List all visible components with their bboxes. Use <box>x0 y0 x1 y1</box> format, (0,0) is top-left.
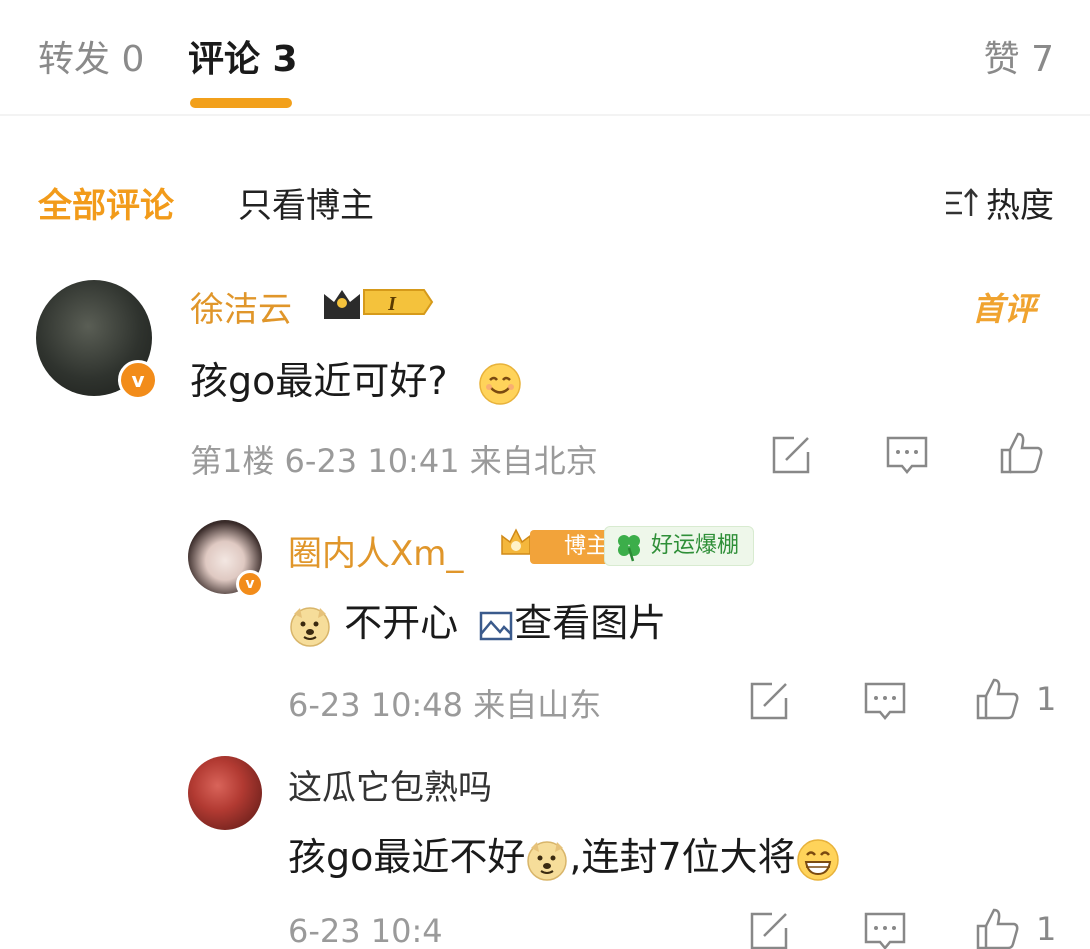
like-count: 1 <box>1036 910 1057 948</box>
like-icon[interactable] <box>974 906 1020 949</box>
doge-emoji-icon <box>527 840 568 881</box>
member-level-badge-icon: I <box>324 289 434 319</box>
sort-label: 热度 <box>986 186 1054 226</box>
comment-meta: 6-23 10:48 来自山东 <box>288 686 602 724</box>
comment-meta: 第1楼 6-23 10:41 来自北京 <box>190 442 598 480</box>
avatar[interactable]: v <box>36 280 158 400</box>
filter-owner-only[interactable]: 只看博主 <box>238 178 374 227</box>
image-icon <box>479 611 513 640</box>
repost-icon[interactable] <box>746 908 792 949</box>
repost-icon[interactable] <box>746 678 792 724</box>
filter-all-comments[interactable]: 全部评论 <box>38 178 174 227</box>
view-image-link[interactable]: 查看图片 <box>470 601 666 645</box>
like-icon[interactable] <box>998 430 1044 476</box>
sort-button[interactable]: 热度 <box>944 178 1054 227</box>
svg-text:I: I <box>387 293 397 315</box>
avatar[interactable]: v <box>188 520 264 598</box>
avatar[interactable] <box>188 756 262 830</box>
comment-text: 孩go最近可好? <box>190 350 522 406</box>
comment-icon[interactable] <box>862 908 908 949</box>
first-comment-badge: 首评 <box>972 290 1037 328</box>
tab-comment[interactable]: 评论 3 <box>188 30 298 82</box>
lucky-badge: 好运爆棚 <box>604 526 755 566</box>
comment-username[interactable]: 圈内人Xm_ <box>288 526 463 575</box>
verified-badge-icon: v <box>236 570 264 598</box>
tab-repost[interactable]: 转发 0 <box>38 30 144 82</box>
grin-emoji-icon <box>796 838 839 881</box>
doge-emoji-icon <box>290 606 330 647</box>
comment-username[interactable]: 这瓜它包熟吗 <box>288 760 492 809</box>
like-count: 1 <box>1036 680 1057 718</box>
tab-bar: 转发 0 评论 3 赞 7 <box>0 0 1090 116</box>
comment-icon[interactable] <box>884 432 930 478</box>
smile-emoji-icon <box>478 362 521 405</box>
comment-text: 孩go最近不好 ,连封7位大将 <box>288 826 840 882</box>
crown-icon <box>501 528 531 555</box>
comment-icon[interactable] <box>862 678 908 724</box>
repost-icon[interactable] <box>768 432 814 478</box>
sort-icon <box>946 187 978 216</box>
comment-text: 不开心 查看图片 <box>288 592 666 648</box>
verified-badge-icon: v <box>118 360 158 400</box>
comment-meta: 6-23 10:4 <box>288 912 443 949</box>
active-tab-indicator <box>190 98 292 108</box>
like-icon[interactable] <box>974 676 1020 722</box>
comment-username[interactable]: 徐洁云 <box>190 282 292 331</box>
tab-like[interactable]: 赞 7 <box>984 30 1054 82</box>
clover-icon <box>618 535 640 562</box>
